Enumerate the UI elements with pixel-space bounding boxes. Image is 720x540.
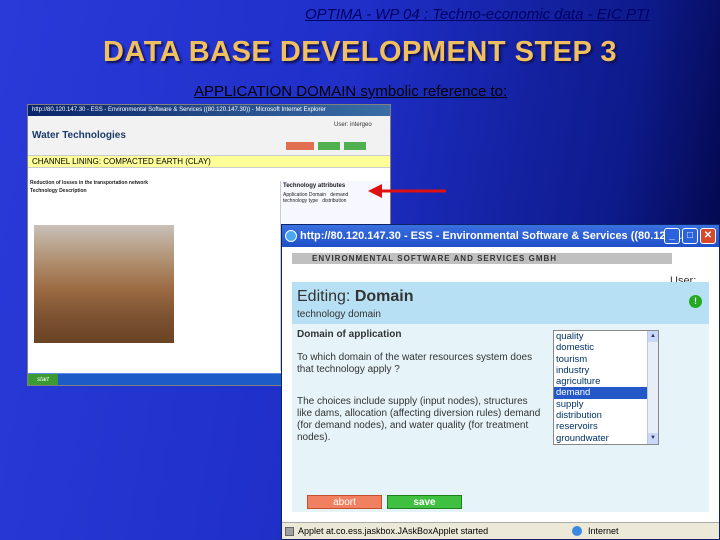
left-record-bar: CHANNEL LINING: COMPACTED EARTH (CLAY) [28, 156, 390, 168]
red-arrow-icon [368, 184, 446, 198]
editing-title: Editing: Domain [297, 288, 414, 306]
list-item-selected[interactable]: demand [554, 387, 658, 399]
editor-title-text: http://80.120.147.30 - ESS - Environment… [300, 230, 691, 242]
list-item[interactable]: domestic [554, 342, 658, 353]
subtitle-rest: symbolic reference to: [356, 83, 508, 100]
left-browser-titlebar: http://80.120.147.30 - ESS - Environment… [28, 105, 390, 116]
list-item[interactable]: supply [554, 399, 658, 410]
attr-type-label: technology type [283, 198, 319, 204]
abort-button[interactable]: abort [307, 495, 382, 509]
left-user-label: User: intergeo [334, 122, 372, 128]
list-item[interactable]: agriculture [554, 376, 658, 387]
internet-explorer-icon [285, 230, 297, 242]
subtitle-underlined: APPLICATION DOMAIN [194, 83, 357, 100]
editing-prefix: Editing: [297, 288, 351, 305]
status-text: Applet at.co.ess.jaskbox.JAskBoxApplet s… [298, 526, 489, 536]
list-item[interactable]: distribution [554, 410, 658, 421]
applet-icon [285, 527, 294, 536]
slide-subtitle: APPLICATION DOMAIN symbolic reference to… [194, 83, 507, 100]
editing-object: Domain [354, 288, 414, 305]
domain-question: To which domain of the water resources s… [297, 352, 533, 375]
maximize-button[interactable]: □ [682, 228, 698, 244]
list-item[interactable]: tourism [554, 354, 658, 365]
left-section-heading: Reduction of losses in the transportatio… [30, 180, 149, 186]
minimize-button[interactable]: _ [664, 228, 680, 244]
editing-panel: Editing: Domain technology domain ! Doma… [292, 282, 709, 492]
zone-text: Internet [588, 526, 619, 536]
slide-header[interactable]: OPTIMA - WP 04 : Techno-economic data - … [305, 6, 705, 24]
scroll-down-icon[interactable]: ▼ [648, 433, 658, 444]
domain-choices-description: The choices include supply (input nodes)… [297, 396, 541, 443]
button-bar: abort save [292, 492, 709, 512]
info-icon[interactable]: ! [689, 295, 702, 308]
left-red-button[interactable] [286, 142, 314, 150]
attr-row-type: technology type distribution [283, 198, 388, 204]
list-item[interactable]: industry [554, 365, 658, 376]
editor-window: http://80.120.147.30 - ESS - Environment… [281, 224, 720, 540]
close-button[interactable]: ✕ [700, 228, 716, 244]
scroll-up-icon[interactable]: ▲ [648, 331, 658, 342]
status-bar: Applet at.co.ess.jaskbox.JAskBoxApplet s… [282, 522, 719, 539]
field-photo [34, 225, 174, 343]
slide-title: DATA BASE DEVELOPMENT STEP 3 [102, 36, 618, 68]
domain-title: Domain of application [297, 329, 402, 340]
internet-zone-icon [572, 526, 582, 536]
left-description-heading: Technology Description [30, 188, 87, 194]
save-button[interactable]: save [387, 495, 462, 509]
list-item[interactable]: groundwater [554, 433, 658, 444]
domain-listbox[interactable]: quality domestic tourism industry agricu… [553, 330, 659, 445]
left-green-button-2[interactable] [344, 142, 366, 150]
start-button[interactable]: start [28, 374, 58, 385]
left-green-button[interactable] [318, 142, 340, 150]
left-app-header: Water Technologies User: intergeo [28, 116, 390, 156]
listbox-scrollbar[interactable]: ▲ ▼ [647, 331, 658, 444]
left-app-title: Water Technologies [32, 130, 126, 141]
list-item[interactable]: quality [554, 331, 658, 342]
list-item[interactable]: reservoirs [554, 421, 658, 432]
editing-header: Editing: Domain technology domain ! [292, 282, 709, 324]
editor-titlebar: http://80.120.147.30 - ESS - Environment… [282, 225, 719, 247]
attr-type-value[interactable]: distribution [322, 198, 346, 204]
banner-company-name: ENVIRONMENTAL SOFTWARE AND SERVICES GMBH [292, 253, 672, 264]
editing-subtitle: technology domain [297, 309, 381, 320]
